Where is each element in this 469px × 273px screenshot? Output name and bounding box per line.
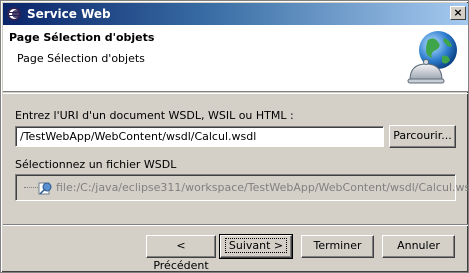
tree-item[interactable]: file:/C:/java/eclipse311/workspace/TestW…: [56, 181, 469, 194]
browse-button[interactable]: Parcourir...: [389, 125, 456, 148]
eclipse-icon: [6, 6, 22, 22]
window-title: Service Web: [27, 7, 111, 21]
dialog-window: Service Web × Page Sélection d'objets Pa…: [0, 0, 469, 273]
cancel-button-label: Annuler: [397, 239, 440, 252]
finish-button-label: Terminer: [313, 239, 362, 252]
web-service-globe-icon: [406, 28, 462, 88]
header-separator: [3, 93, 468, 94]
finish-button[interactable]: Terminer: [301, 235, 374, 258]
wsdl-file-icon: [37, 180, 53, 196]
page-title: Page Sélection d'objets: [9, 31, 155, 44]
wsdl-label: Sélectionnez un fichier WSDL: [15, 158, 177, 171]
title-bar[interactable]: Service Web ×: [3, 3, 468, 25]
wizard-header: Page Sélection d'objets Page Sélection d…: [3, 25, 468, 92]
footer-separator-highlight: [3, 225, 468, 226]
next-button[interactable]: Suivant >: [219, 234, 293, 259]
wsdl-tree[interactable]: file:/C:/java/eclipse311/workspace/TestW…: [15, 174, 469, 201]
previous-button[interactable]: < Précédent: [146, 235, 216, 272]
tree-connector: [24, 187, 38, 188]
cancel-button[interactable]: Annuler: [382, 235, 455, 258]
close-button[interactable]: ×: [450, 6, 466, 20]
uri-label: Entrez l'URI d'un document WSDL, WSIL ou…: [15, 109, 294, 122]
next-button-label: Suivant >: [224, 238, 288, 253]
uri-input[interactable]: /TestWebApp/WebContent/wsdl/Calcul.wsdl: [15, 126, 384, 147]
previous-button-label: < Précédent: [153, 239, 209, 272]
page-description: Page Sélection d'objets: [17, 52, 145, 65]
